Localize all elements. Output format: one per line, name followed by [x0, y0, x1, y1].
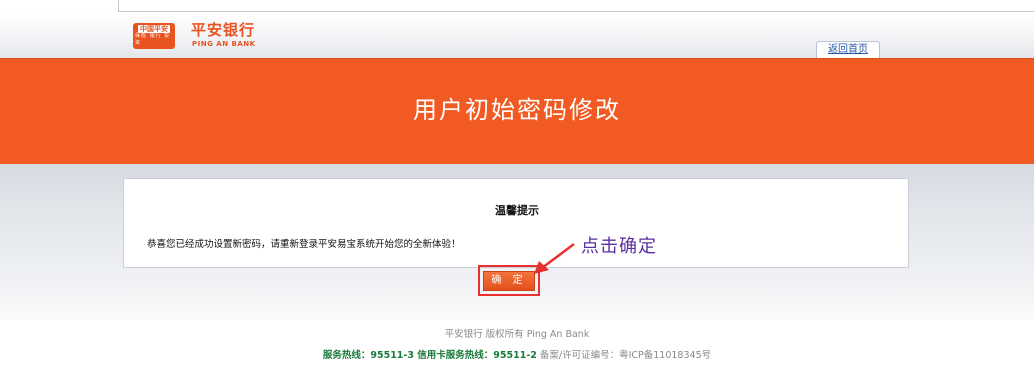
notice-message: 恭喜您已经成功设置新密码，请重新登录平安易宝系统开始您的全新体验！	[147, 239, 461, 250]
bank-name: 平安银行	[191, 21, 256, 39]
logo-text-bottom: 保险 银行 投资	[135, 33, 171, 46]
logo-text-top: 中国平安	[138, 25, 170, 33]
footer-hotline: 服务热线：95511-3 信用卡服务热线：95511-2	[322, 350, 537, 361]
annotation-text: 点击确定	[581, 236, 657, 257]
bank-name-en: PING AN BANK	[192, 40, 256, 48]
footer-info: 服务热线：95511-3 信用卡服务热线：95511-2 备案/许可证编号：粤I…	[0, 350, 1034, 362]
notice-panel: 温馨提示 恭喜您已经成功设置新密码，请重新登录平安易宝系统开始您的全新体验！	[123, 178, 909, 268]
confirm-highlight: 确 定	[478, 265, 540, 296]
notice-title: 温馨提示	[495, 204, 539, 217]
banner: 用户初始密码修改	[0, 58, 1034, 164]
top-frame-line	[118, 0, 1034, 12]
footer-license: 备案/许可证编号：粤ICP备11018345号	[536, 350, 712, 361]
confirm-button[interactable]: 确 定	[483, 270, 535, 291]
home-link[interactable]: 返回首页	[816, 41, 880, 58]
ping-an-group-logo: 中国平安 保险 银行 投资	[133, 23, 175, 49]
page-title: 用户初始密码修改	[413, 96, 621, 124]
footer-copyright: 平安银行 版权所有 Ping An Bank	[444, 329, 590, 340]
